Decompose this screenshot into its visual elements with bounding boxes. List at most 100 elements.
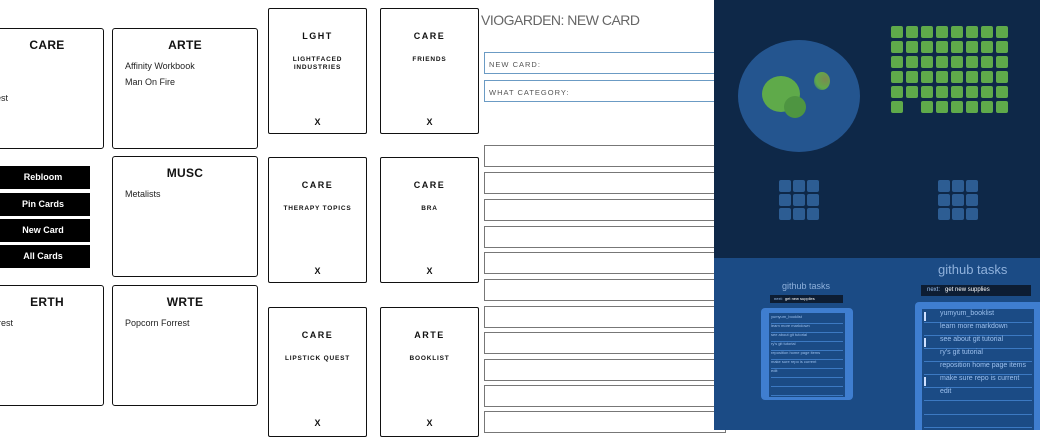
grid-tile	[951, 101, 963, 113]
grid-tile	[996, 86, 1008, 98]
card-category-tag: LGHT	[302, 31, 333, 41]
category-item[interactable]: Man On Fire	[125, 74, 195, 90]
text-line[interactable]	[484, 332, 726, 354]
new-card-input[interactable]: NEW CARD:	[484, 52, 724, 74]
grid-tile	[793, 180, 805, 192]
grid-tile	[921, 56, 933, 68]
task-item[interactable]: reposition home page items	[924, 362, 1032, 375]
card-category-tag: CARE	[301, 180, 334, 190]
card-category-tag: CARE	[413, 31, 446, 41]
blue-tile-grid	[938, 180, 982, 222]
grid-tile	[906, 86, 918, 98]
grid-tile	[981, 26, 993, 38]
text-line[interactable]	[484, 172, 726, 194]
next-label: next:	[774, 296, 783, 301]
note-card[interactable]: LGHT LIGHTFACED INDUSTRIES X	[268, 8, 367, 134]
grid-tile	[936, 101, 948, 113]
grid-tile	[981, 101, 993, 113]
category-card-arte[interactable]: ARTE Affinity Workbook Man On Fire	[112, 28, 258, 149]
text-line[interactable]	[484, 385, 726, 407]
github-section: github tasks next: get new supplies yumy…	[714, 258, 1040, 430]
category-item[interactable]: Popcorn Forrest	[125, 315, 190, 331]
text-line[interactable]	[484, 279, 726, 301]
grid-tile	[981, 71, 993, 83]
note-card[interactable]: CARE FRIENDS X	[380, 8, 479, 134]
close-card-button[interactable]: X	[269, 117, 366, 127]
grid-tile	[952, 180, 964, 192]
category-card-care[interactable]: CARE tasks k Quest	[0, 28, 104, 149]
close-card-button[interactable]: X	[269, 266, 366, 276]
grid-tile	[921, 41, 933, 53]
grid-tile	[921, 26, 933, 38]
task-item[interactable]: yumyum_booklist	[924, 310, 1032, 323]
note-card[interactable]: CARE THERAPY TOPICS X	[268, 157, 367, 283]
category-item[interactable]	[0, 74, 8, 90]
card-category-tag: ARTE	[414, 330, 445, 340]
task-item[interactable]: see about git tutorial	[924, 336, 1032, 349]
task-item-empty[interactable]	[924, 401, 1032, 415]
grid-tile	[981, 56, 993, 68]
category-item[interactable]: k Quest	[0, 90, 8, 106]
category-card-wrte[interactable]: WRTE Popcorn Forrest	[112, 285, 258, 406]
text-line[interactable]	[484, 252, 726, 274]
card-category-tag: CARE	[413, 180, 446, 190]
task-item[interactable]: edit	[924, 388, 1032, 401]
close-card-button[interactable]: X	[269, 418, 366, 428]
text-line[interactable]	[484, 306, 726, 328]
grid-tile	[891, 26, 903, 38]
card-title: LIPSTICK QUEST	[284, 355, 350, 362]
category-code: ARTE	[168, 38, 202, 52]
text-line[interactable]	[484, 145, 726, 167]
grid-tile	[938, 194, 950, 206]
rebloom-button[interactable]: Rebloom	[0, 166, 90, 189]
task-item[interactable]: make sure repo is current	[924, 375, 1032, 388]
garden-globe	[738, 40, 860, 152]
new-card-button[interactable]: New Card	[0, 219, 90, 242]
text-line[interactable]	[484, 226, 726, 248]
grid-tile	[952, 194, 964, 206]
grid-tile	[807, 194, 819, 206]
next-value: get new supplies	[945, 287, 990, 293]
grid-tile	[921, 71, 933, 83]
task-item-empty[interactable]	[771, 386, 843, 396]
grid-tile	[938, 180, 950, 192]
grid-tile	[891, 86, 903, 98]
grid-tile	[891, 101, 903, 113]
task-item-empty[interactable]	[924, 414, 1032, 428]
grid-tile	[936, 71, 948, 83]
card-title: LIGHTFACED INDUSTRIES	[292, 56, 343, 71]
task-item[interactable]: learn more markdown	[924, 323, 1032, 336]
note-card[interactable]: ARTE BOOKLIST X	[380, 307, 479, 437]
grid-tile	[891, 41, 903, 53]
grid-tile	[951, 86, 963, 98]
category-item[interactable]: Affinity Workbook	[125, 58, 195, 74]
next-task-bar: next: get new supplies	[921, 285, 1031, 296]
grid-tile	[936, 26, 948, 38]
close-card-button[interactable]: X	[381, 117, 478, 127]
category-card-musc[interactable]: MUSC Metalists	[112, 156, 258, 277]
close-card-button[interactable]: X	[381, 266, 478, 276]
category-item[interactable]: tasks	[0, 58, 8, 74]
task-item[interactable]: ry's git tutorial	[924, 349, 1032, 362]
category-item[interactable]: Metalists	[125, 186, 161, 202]
task-list-small: yumyum_booklist learn more markdown see …	[761, 308, 853, 400]
task-marker	[924, 338, 926, 347]
text-line[interactable]	[484, 199, 726, 221]
blue-tile-grid	[779, 180, 823, 222]
close-card-button[interactable]: X	[381, 418, 478, 428]
note-card[interactable]: CARE LIPSTICK QUEST X	[268, 307, 367, 437]
grid-tile	[966, 26, 978, 38]
category-input[interactable]: WHAT CATEGORY:	[484, 80, 724, 102]
text-line[interactable]	[484, 359, 726, 381]
category-item[interactable]: n Forrest	[0, 315, 13, 331]
pin-cards-button[interactable]: Pin Cards	[0, 193, 90, 216]
grid-tile	[966, 71, 978, 83]
grid-tile	[996, 71, 1008, 83]
github-tasks-title: github tasks	[938, 262, 1008, 277]
all-cards-button[interactable]: All Cards	[0, 245, 90, 268]
note-card[interactable]: CARE BRA X	[380, 157, 479, 283]
category-card-erth[interactable]: ERTH n Forrest	[0, 285, 104, 406]
grid-tile	[779, 180, 791, 192]
garden-blob	[814, 72, 830, 90]
card-title: THERAPY TOPICS	[283, 205, 352, 212]
